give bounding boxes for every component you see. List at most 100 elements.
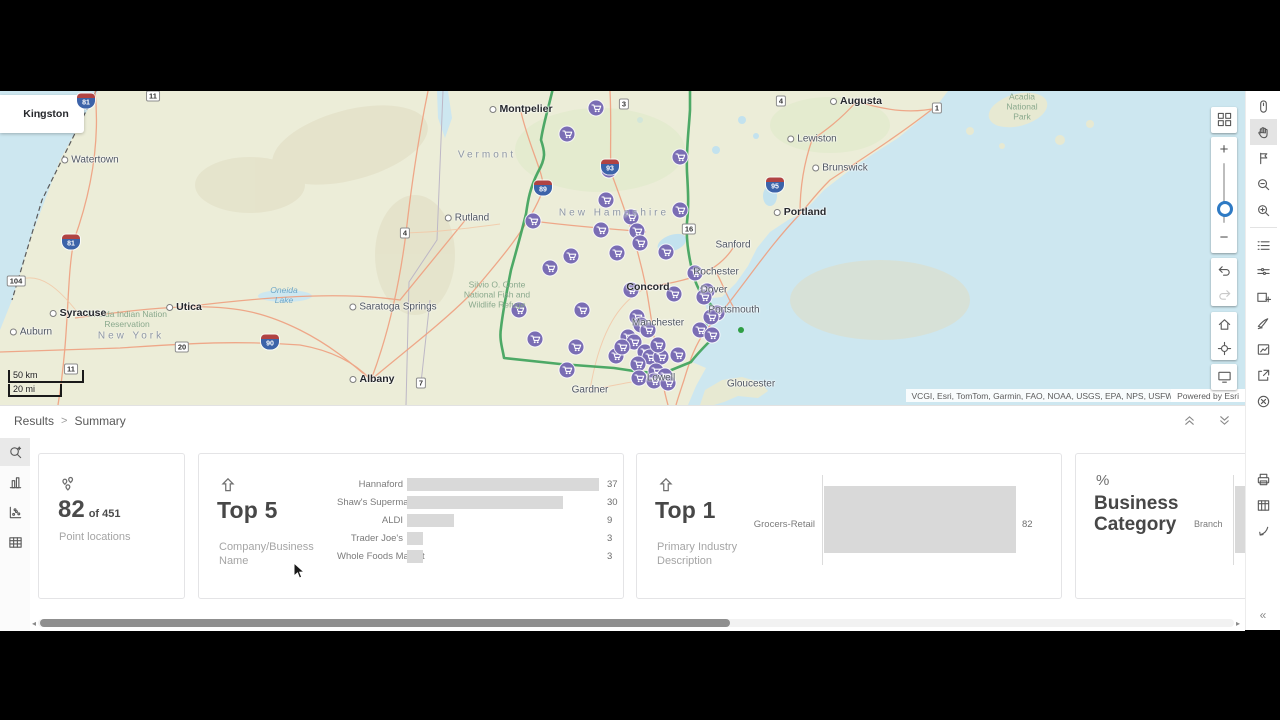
bar-fill: [407, 478, 599, 491]
map-city-label: Kingston: [23, 108, 69, 120]
business-location-marker[interactable]: [614, 339, 630, 355]
business-location-marker[interactable]: [670, 347, 686, 363]
bar-label: Shaw's Supermarket: [337, 497, 407, 508]
business-location-marker[interactable]: [672, 202, 688, 218]
locate-button[interactable]: [1211, 336, 1237, 360]
business-location-marker[interactable]: [658, 244, 674, 260]
print-tool[interactable]: [1250, 466, 1277, 492]
top5-subtitle: Company/Business Name: [219, 540, 314, 569]
toolbar-divider: [1250, 227, 1277, 228]
fullscreen-button[interactable]: [1211, 364, 1237, 388]
business-location-marker[interactable]: [527, 331, 543, 347]
scroll-left-arrow[interactable]: ◂: [30, 618, 38, 628]
business-location-marker[interactable]: [704, 327, 720, 343]
zoom-out-icon: [1256, 177, 1271, 192]
business-location-marker[interactable]: [631, 370, 647, 386]
export-tool[interactable]: [1250, 362, 1277, 388]
business-location-marker[interactable]: [559, 362, 575, 378]
table-icon: [1256, 498, 1271, 513]
bar-value: 30: [599, 497, 618, 508]
map-park-label: Silvio O. ConteNational Fish andWildlife…: [464, 280, 530, 309]
right-toolbar: «: [1245, 91, 1280, 630]
summary-search-tool[interactable]: [0, 438, 30, 466]
city-dot: [812, 165, 819, 172]
undo-button[interactable]: [1211, 258, 1237, 282]
scatter-view-tool[interactable]: [0, 498, 30, 526]
zoom-in-icon: [1256, 203, 1271, 218]
category-axis: [1233, 475, 1234, 565]
add-window-tool[interactable]: [1250, 284, 1277, 310]
zoom-slider[interactable]: [1211, 161, 1237, 225]
city-dot: [489, 106, 496, 113]
bar-track: [407, 496, 599, 509]
basemap-grid-button[interactable]: [1211, 107, 1237, 131]
map-water-label: OneidaLake: [270, 285, 297, 305]
zoom-out-button[interactable]: −: [1211, 225, 1237, 249]
interstate-shield: 81: [77, 94, 95, 109]
map-city-label: Brunswick: [812, 163, 868, 174]
zoom-control: + −: [1211, 137, 1237, 253]
top5-bar-row: Hannaford37: [337, 475, 617, 493]
map-city-label: Rutland: [445, 213, 489, 224]
pan-icon: [1256, 125, 1271, 140]
mouse-tooltip-tool[interactable]: [1250, 93, 1277, 119]
draw-icon: [1256, 316, 1271, 331]
top5-title: Top 5: [217, 497, 278, 524]
pan-tool[interactable]: [1250, 119, 1277, 145]
home-button[interactable]: [1211, 312, 1237, 336]
breadcrumb-results[interactable]: Results: [14, 414, 54, 428]
route-shield: 7: [416, 378, 426, 389]
business-location-marker[interactable]: [593, 222, 609, 238]
expand-panel-down-icon[interactable]: [1218, 414, 1231, 427]
scrollbar-track[interactable]: [38, 619, 1234, 627]
card-point-locations: 82of 451 Point locations: [38, 453, 185, 599]
disable-tool[interactable]: [1250, 388, 1277, 414]
business-location-marker[interactable]: [542, 260, 558, 276]
city-dot: [10, 329, 17, 336]
zoom-out-tool[interactable]: [1250, 171, 1277, 197]
table-view-tool[interactable]: [0, 528, 30, 556]
business-location-marker[interactable]: [574, 302, 590, 318]
breadcrumb-summary[interactable]: Summary: [74, 414, 125, 428]
business-location-marker[interactable]: [598, 192, 614, 208]
draw-tool[interactable]: [1250, 310, 1277, 336]
business-location-marker[interactable]: [650, 337, 666, 353]
scrollbar-thumb[interactable]: [40, 619, 730, 627]
filter-sliders-icon: [1256, 264, 1271, 279]
legend-list-icon: [1256, 238, 1271, 253]
filter-sliders-tool[interactable]: [1250, 258, 1277, 284]
collapse-toolbar-button[interactable]: «: [1260, 608, 1267, 622]
business-location-marker[interactable]: [568, 339, 584, 355]
map-canvas[interactable]: KingstonWatertownSyracuseAuburnUticaSara…: [0, 91, 1245, 405]
image-chart-tool[interactable]: [1250, 336, 1277, 362]
interstate-shield: 93: [601, 160, 619, 175]
business-location-marker[interactable]: [525, 213, 541, 229]
zoom-slider-handle[interactable]: [1217, 201, 1233, 217]
business-location-marker[interactable]: [609, 245, 625, 261]
scroll-right-arrow[interactable]: ▸: [1234, 618, 1242, 628]
business-location-marker[interactable]: [588, 100, 604, 116]
horizontal-scrollbar[interactable]: ◂ ▸: [30, 618, 1242, 628]
add-window-icon: [1256, 290, 1271, 305]
card-top1-industry: Top 1 Primary Industry Description Groce…: [636, 453, 1062, 599]
chart-view-tool[interactable]: [0, 468, 30, 496]
sketch-arrow-tool[interactable]: [1250, 518, 1277, 544]
redo-button[interactable]: [1211, 282, 1237, 306]
business-location-marker[interactable]: [632, 235, 648, 251]
sketch-arrow-icon: [1256, 524, 1271, 539]
table-tool[interactable]: [1250, 492, 1277, 518]
flag-tool[interactable]: [1250, 145, 1277, 171]
legend-list-tool[interactable]: [1250, 232, 1277, 258]
zoom-in-tool[interactable]: [1250, 197, 1277, 223]
bar-track: [407, 550, 599, 563]
bar-track: [407, 478, 599, 491]
map-city-label: Gloucester: [727, 379, 775, 390]
collapse-panel-icon[interactable]: [1183, 414, 1196, 427]
city-dot: [166, 304, 173, 311]
business-location-marker[interactable]: [559, 126, 575, 142]
business-location-marker[interactable]: [672, 149, 688, 165]
undo-redo-box: [1211, 258, 1237, 306]
city-dot: [774, 209, 781, 216]
zoom-in-button[interactable]: +: [1211, 137, 1237, 161]
business-location-marker[interactable]: [563, 248, 579, 264]
